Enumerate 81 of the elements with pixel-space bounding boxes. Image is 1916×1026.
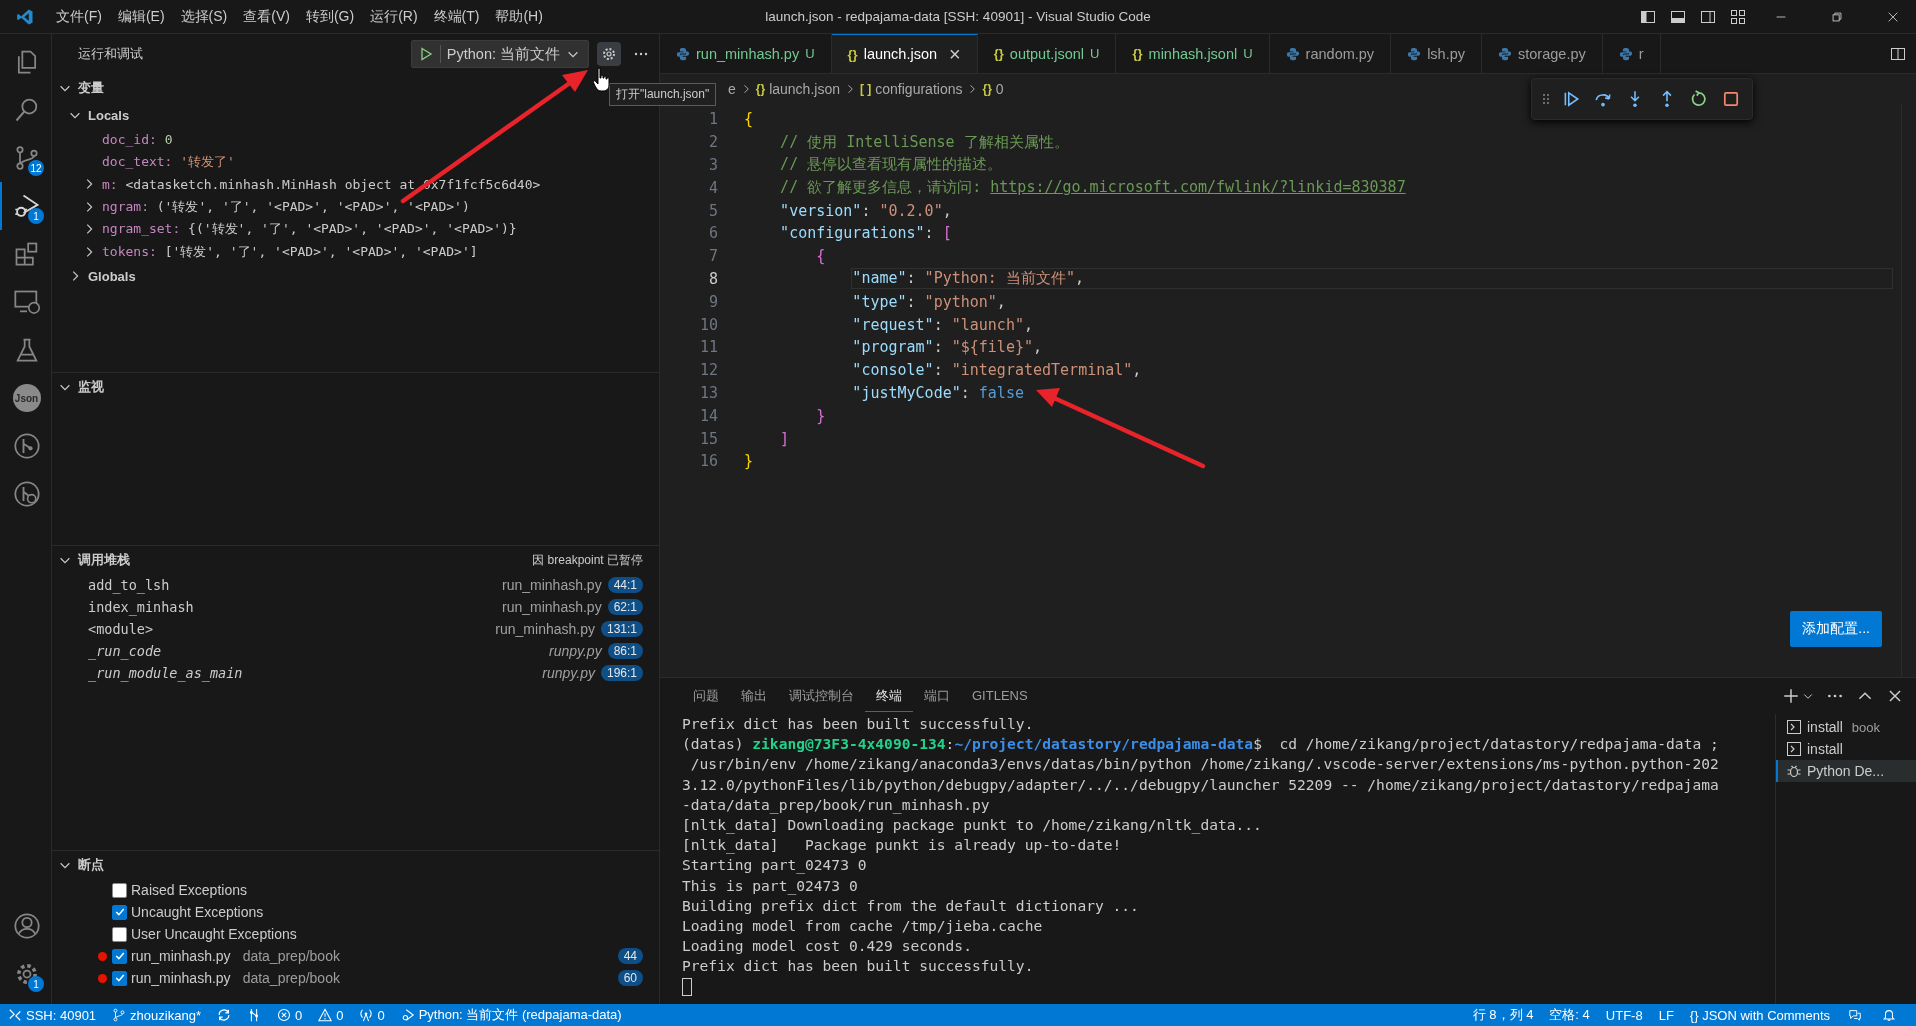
line-number: 8 [707,269,719,288]
code-line: "configurations": [ [780,224,952,243]
launch-config-label: Python: 当前文件 [446,44,560,64]
line-number: 7 [707,247,719,266]
sidebar-title: 运行和调试 [78,45,144,63]
code-line: ] [780,429,790,448]
code-line: "request": "launch", [852,315,1033,334]
frame-file: run_minhash.py [502,577,602,593]
terminal-line: Loading model cost 0.429 seconds. [682,936,973,957]
line-number: 15 [698,429,719,448]
terminal-line: Loading model from cache /tmp/jieba.cache [682,915,1044,936]
breadcrumb-icon: [ ] [859,82,872,96]
line-number: 12 [698,361,719,380]
line-number: 2 [707,133,719,152]
code-line: { [744,110,754,129]
terminal-line: Building prefix dict from the default dictionary ... [682,895,1140,916]
code-line: } [744,452,754,471]
frame-file: runpy.py [548,643,602,659]
line-badge: 196:1 [600,665,643,681]
terminal-line: Prefix dict has been built successfully. [682,714,1035,734]
terminal-line: Prefix dict has been built successfully. [682,956,1035,977]
frame-file: run_minhash.py [502,599,602,615]
code-line: { [816,247,826,266]
breadcrumb-icon: {} [755,82,766,96]
notification-badge: 12 [28,160,44,176]
line-badge: 131:1 [600,621,643,637]
line-number: 14 [698,406,719,425]
line-number: 16 [698,452,719,471]
line-badge: 62:1 [607,599,643,615]
line-number: 3 [707,156,719,174]
code-line: // 使用 IntelliSense 了解相关属性。 [780,132,1069,152]
breakpoint-label: Uncaught Exceptions [131,904,264,920]
line-number: 6 [707,224,719,243]
line-number: 5 [707,201,719,220]
frame-file: runpy.py [542,665,595,681]
paused-status: 因 breakpoint 已暂停 [532,551,643,569]
line-badge: 44 [617,948,643,964]
notification-badge: 1 [28,976,44,992]
breakpoint-label: run_minhash.py [131,970,231,986]
tooltip: 打开"launch.json" [609,83,717,106]
terminal-line: [nltk_data] Package punkt is already up-to-date! [682,835,1123,856]
line-badge: 60 [617,970,643,986]
terminal-line: Starting part_02473 0 [682,855,868,876]
notification-badge: 1 [28,208,44,224]
terminal-line: /usr/bin/env /home/zikang/anaconda3/envs/datas/bin/python /home/zikang/.vscode-server/extensions/ms-python.python-202 [689,754,1720,775]
frame-name: index_minhash [88,599,195,615]
code-line: // 欲了解更多信息，请访问: https://go.microsoft.com/fwlink/?linkid=830387 [780,178,1406,198]
breakpoint-label: Raised Exceptions [131,882,247,898]
breakpoint-label: User Uncaught Exceptions [131,926,297,942]
terminal-line: This is part_02473 0 [682,875,859,896]
json-icon: Json [12,384,41,412]
frame-name: add_to_lsh [88,577,171,593]
terminal-line: (datas) zikang@73F3-4x4090-134:~/project/datastory/redpajama-data$ cd /home/zikang/project/datastory/redpajama-data ; [682,734,1720,755]
line-number: 4 [707,178,719,197]
code-line: } [816,406,826,425]
code-line: "name": "Python: 当前文件", [852,269,1892,289]
code-line: // 悬停以查看现有属性的描述。 [780,155,1003,175]
code-line: "type": "python", [852,292,1006,311]
line-number: 10 [698,315,719,334]
terminal-line: [nltk_data] Downloading package punkt to /home/zikang/nltk_data... [682,814,1263,836]
frame-name: <module> [88,621,155,637]
line-number: 1 [707,110,719,129]
breakpoint-label: run_minhash.py [131,948,231,964]
window-title: launch.json - redpajama-data [SSH: 40901] - Visual Studio Code [765,9,1151,24]
code-line: "console": "integratedTerminal", [852,361,1142,380]
frame-file: run_minhash.py [495,621,595,637]
breakpoint-path: data_prep/book [242,970,341,986]
code-line: "program": "${file}", [852,338,1042,357]
frame-name: _run_code [88,643,163,659]
breadcrumb-icon: {} [982,82,992,96]
line-number: 13 [698,383,719,402]
line-number: 9 [707,292,719,311]
breakpoint-path: data_prep/book [242,948,341,964]
line-badge: 44:1 [607,577,643,593]
line-number: 11 [698,338,719,357]
code-line: "version": "0.2.0", [780,201,952,220]
terminal-line: -data/data_prep/book/run_minhash.py [682,794,991,815]
terminal-line: 3.12.0/pythonFiles/lib/python/debugpy/adapter/../../debugpy/launcher 52209 -- /home/zikang/project/datastory/redpajama [682,774,1720,795]
code-line: "justMyCode": false [852,383,1024,402]
line-badge: 86:1 [607,643,643,659]
frame-name: _run_module_as_main [88,665,244,681]
